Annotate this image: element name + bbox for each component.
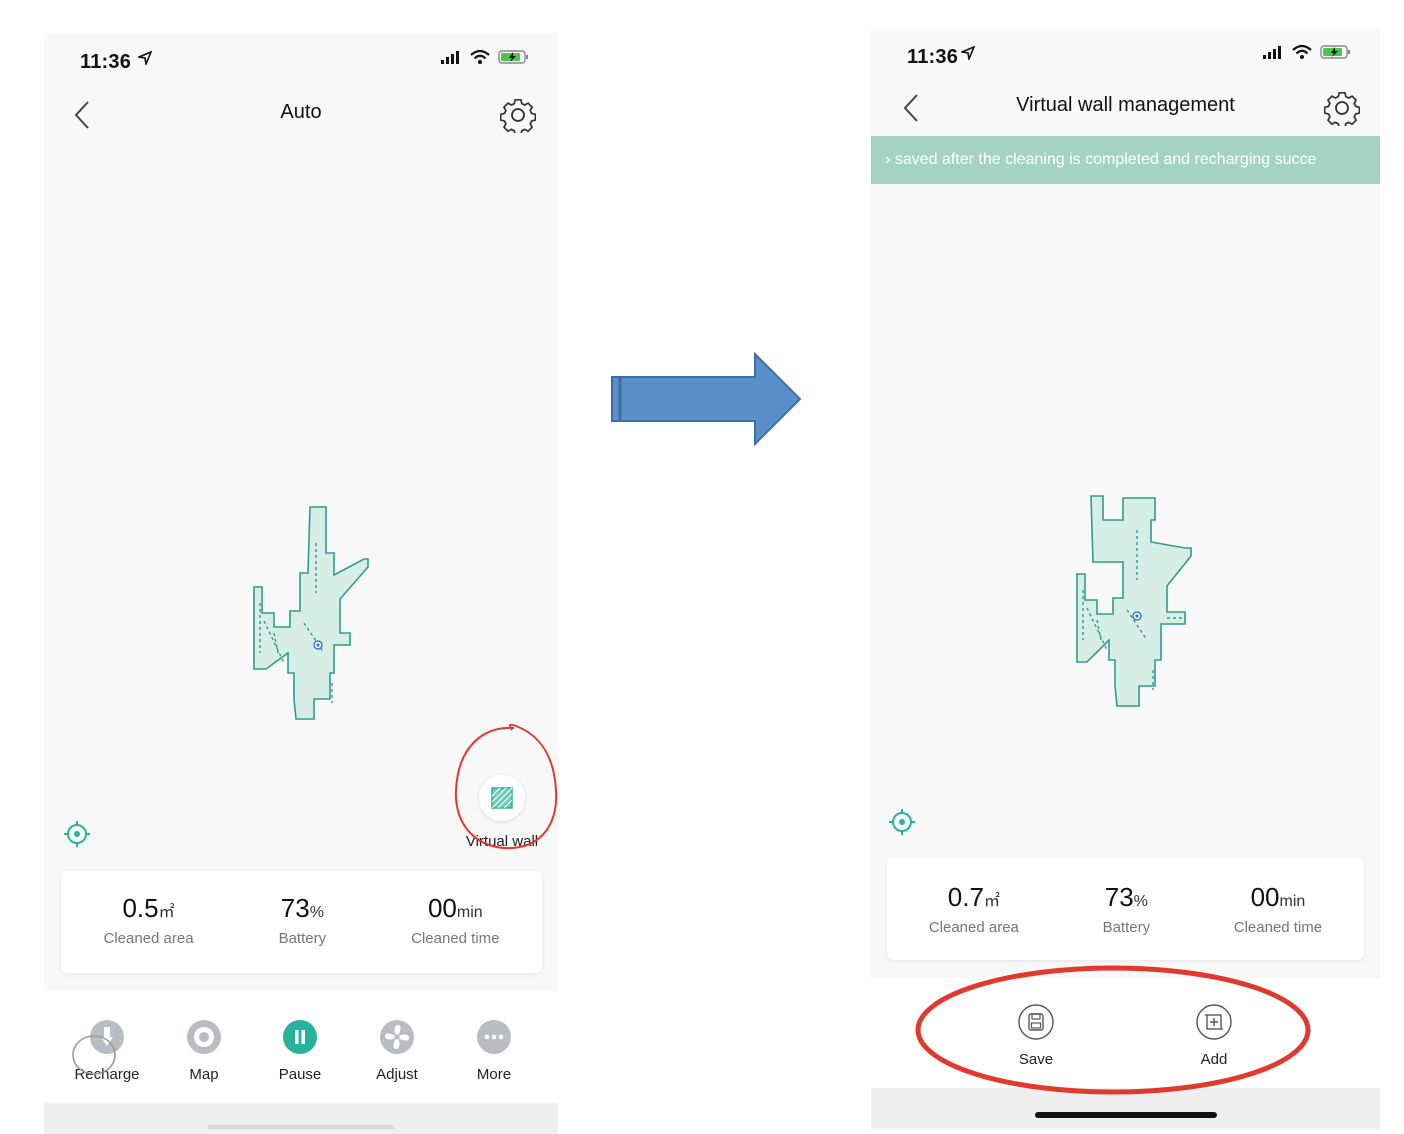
fan-icon [380,1020,414,1054]
status-bar: 11:36 [44,33,558,89]
transition-arrow-icon [611,351,802,447]
page-title: Auto [280,101,322,123]
map-button[interactable]: Map [164,1019,244,1083]
locate-crosshair-icon[interactable] [63,820,91,853]
pause-button[interactable]: Pause [260,1019,340,1083]
info-banner: › saved after the cleaning is completed … [871,136,1380,184]
right-phone-screen: 11:36 Virtual wall management › saved af… [871,28,1380,1129]
status-time: 11:36 [907,46,959,68]
bottom-toolbar: Recharge Map Pause Adjust More [44,991,558,1103]
virtual-wall-button[interactable]: Virtual wall [452,775,552,850]
stats-card: 0.7㎡ Cleaned area 73% Battery 00min Clea… [887,858,1364,960]
stat-battery: 73% Battery [278,893,327,947]
settings-gear-icon[interactable] [1323,90,1361,131]
signal-icon [1262,44,1284,65]
home-indicator [208,1125,394,1129]
page-title: Virtual wall management [1016,94,1235,116]
stat-battery: 73% Battery [1102,882,1151,936]
save-button[interactable]: Save [996,1004,1076,1068]
pause-icon [283,1020,317,1054]
stat-cleaned-area: 0.5㎡ Cleaned area [103,893,194,947]
settings-gear-icon[interactable] [499,97,537,138]
home-indicator [1035,1112,1217,1118]
recharge-button[interactable]: Recharge [67,1019,147,1083]
adjust-button[interactable]: Adjust [357,1019,437,1083]
map-pin-icon [187,1020,221,1054]
virtual-wall-icon [479,775,525,821]
status-bar: 11:36 [871,28,1380,84]
stat-cleaned-time: 00min Cleaned time [1233,882,1323,936]
cleaning-map[interactable] [244,503,424,725]
locate-crosshair-icon[interactable] [888,808,916,841]
stats-card: 0.5㎡ Cleaned area 73% Battery 00min Clea… [61,871,542,973]
cleaning-map[interactable] [1067,490,1247,712]
location-arrow-icon [959,45,976,65]
battery-charging-icon [1320,44,1352,65]
stat-cleaned-time: 00min Cleaned time [411,893,500,947]
add-button[interactable]: Add [1174,1004,1254,1068]
signal-icon [440,49,462,70]
location-arrow-icon [136,50,153,70]
banner-text: › saved after the cleaning is completed … [885,151,1317,168]
more-icon [477,1020,511,1054]
add-icon [1196,1004,1232,1040]
recharge-icon [90,1020,124,1054]
wifi-icon [469,49,491,70]
nav-bar: Virtual wall management [871,84,1380,136]
footer-strip [871,1088,1380,1129]
footer-strip [44,1103,558,1134]
status-time: 11:36 [80,51,132,73]
more-button[interactable]: More [454,1019,534,1083]
nav-bar: Auto [44,89,558,141]
virtual-wall-label: Virtual wall [465,833,539,850]
battery-charging-icon [498,49,530,70]
wifi-icon [1291,44,1313,65]
stat-cleaned-area: 0.7㎡ Cleaned area [928,882,1019,936]
action-bar: Save Add [871,978,1380,1088]
save-icon [1018,1004,1054,1040]
left-phone-screen: 11:36 Auto Virtual wall 0.5㎡ Cleaned are… [44,33,558,1134]
